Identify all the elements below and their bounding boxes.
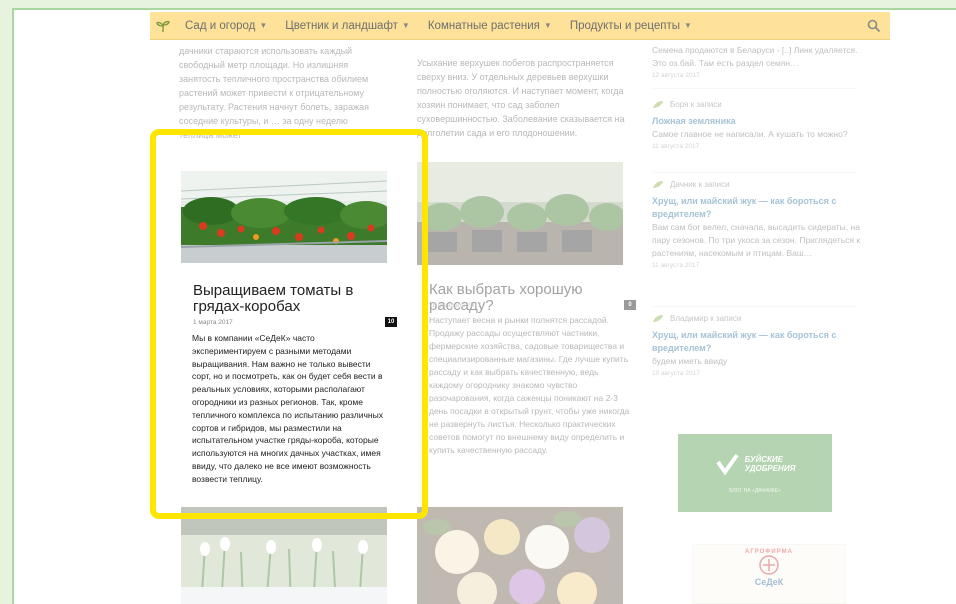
- comment-body: Самое главное не написали. А кушать то м…: [652, 129, 848, 139]
- nav-item-flowers[interactable]: Цветник и ландшафт ▼: [276, 12, 419, 40]
- comment-author[interactable]: Владимир к записи: [670, 314, 741, 323]
- comment-body: будем иметь ввиду: [652, 356, 728, 366]
- chevron-down-icon: ▼: [684, 21, 692, 30]
- leaf-icon: [653, 315, 663, 322]
- chevron-down-icon: ▼: [543, 21, 552, 30]
- comment-post-link[interactable]: Ложная земляника: [652, 115, 868, 128]
- buyskie-fertilizers-banner[interactable]: БУЙСКИЕ УДОБРЕНИЯ БЛОГ НА «ДАЧНИКЕ»: [678, 434, 832, 512]
- comment-post-link[interactable]: Хрущ, или майский жук — как бороться с в…: [652, 195, 868, 221]
- comment-count-badge[interactable]: 0: [624, 300, 636, 310]
- search-icon[interactable]: [866, 18, 882, 34]
- post-card-seedlings[interactable]: Как выбрать хорошую рассаду? 28 февраля …: [417, 162, 636, 492]
- nav-item-houseplants[interactable]: Комнатные растения ▼: [419, 12, 561, 40]
- sprout-logo-icon[interactable]: [150, 12, 176, 40]
- comment-post-link[interactable]: Хрущ, или майский жук — как бороться с в…: [652, 329, 868, 355]
- seedlings-image[interactable]: [417, 162, 623, 265]
- comment-date: 12 августа 2017: [652, 72, 700, 79]
- leaf-icon: [653, 181, 663, 188]
- post-excerpt-top-left: дачники стараются использовать каждый св…: [179, 46, 369, 140]
- nav-item-garden[interactable]: Сад и огород ▼: [176, 12, 276, 40]
- post-excerpt-top-middle: Усыхание верхушек побегов распространяет…: [417, 58, 625, 138]
- yellow-highlight-frame: [150, 129, 428, 519]
- comment-body: Вам сам бог велел, сначала, высадить сид…: [652, 222, 861, 258]
- chevron-down-icon: ▼: [259, 21, 268, 30]
- sedek-logo-icon: [759, 555, 779, 575]
- top-navigation: Сад и огород ▼ Цветник и ландшафт ▼ Комнат…: [150, 12, 890, 40]
- sidebar-recent-comments: Семена продаются в Беларуси - [..] Линк …: [652, 44, 877, 604]
- comment-date: 11 августа 2017: [652, 262, 700, 269]
- checkmark-logo-icon: [715, 453, 739, 476]
- comment-body: Семена продаются в Беларуси - [..] Линк …: [652, 45, 858, 68]
- post-excerpt-seedlings: Наступает весна и рынки полнятся рассадо…: [429, 315, 630, 455]
- nav-item-recipes[interactable]: Продукты и рецепты ▼: [561, 12, 701, 40]
- post-date: 28 февраля 2017: [429, 302, 482, 309]
- post-title-seedlings[interactable]: Как выбрать хорошую рассаду?: [429, 282, 639, 314]
- snowdrops-image[interactable]: [181, 507, 387, 604]
- sedek-banner[interactable]: АГРОФИРМА СеДеК: [692, 544, 846, 604]
- comment-date: 11 августа 2017: [652, 143, 700, 150]
- comment-author[interactable]: Дачник к записи: [670, 180, 730, 189]
- comment-date: 10 августа 2017: [652, 370, 700, 377]
- cauliflower-image[interactable]: [417, 507, 623, 604]
- chevron-down-icon: ▼: [401, 21, 410, 30]
- comment-author[interactable]: Боря к записи: [670, 100, 722, 109]
- leaf-icon: [653, 101, 663, 108]
